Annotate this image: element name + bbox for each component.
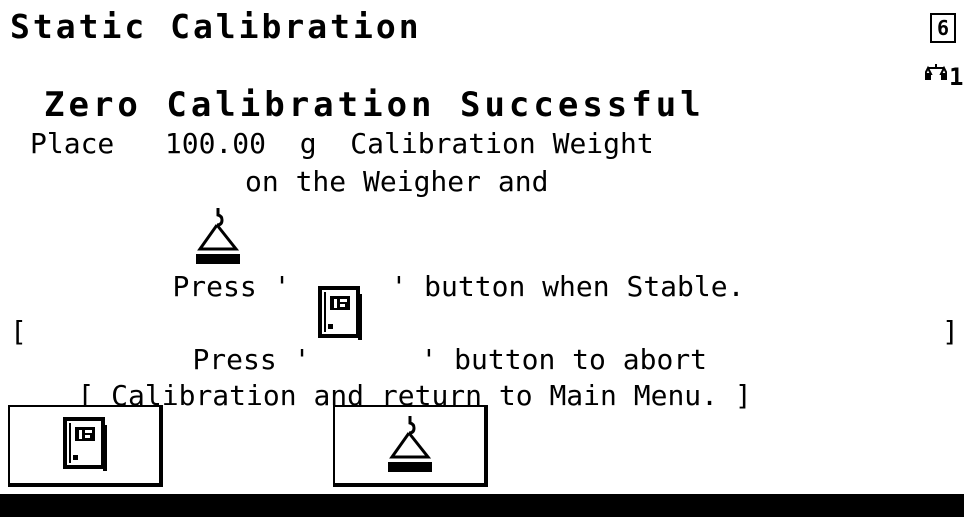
- page-number-badge: 6: [930, 13, 956, 43]
- instruction-line-3-prefix: Press ': [172, 270, 291, 303]
- bracket-close: ]: [942, 315, 959, 348]
- calibrate-weigh-button[interactable]: [333, 405, 488, 487]
- scale-number: 1: [949, 63, 964, 91]
- scale-icon: [925, 64, 947, 80]
- instruction-line-3-suffix: ' button when Stable.: [390, 270, 745, 303]
- abort-menu-icon: [318, 286, 362, 340]
- instruction-line-1: Place 100.00 g Calibration Weight: [30, 127, 654, 160]
- weigh-hook-icon: [196, 208, 240, 264]
- instruction-line-2: on the Weigher and: [245, 165, 549, 198]
- status-headline: Zero Calibration Successful: [44, 85, 705, 125]
- calibration-screen: Static Calibration 6 1 Zero Calibration …: [0, 0, 964, 517]
- page-title: Static Calibration: [10, 7, 422, 46]
- bottom-status-bar: [0, 494, 964, 517]
- line-5-bracket-close: ]: [734, 379, 752, 412]
- bracket-open: [: [10, 315, 27, 348]
- abort-menu-icon: [62, 417, 107, 471]
- scale-indicator: 1: [925, 63, 963, 91]
- weigh-hook-icon: [387, 416, 432, 472]
- abort-button[interactable]: [8, 405, 163, 487]
